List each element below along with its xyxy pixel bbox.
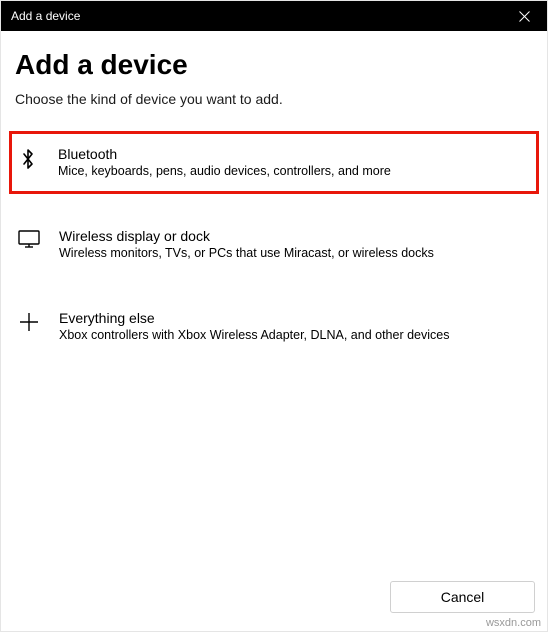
dialog-content: Add a device Choose the kind of device y…	[1, 31, 547, 571]
option-desc: Wireless monitors, TVs, or PCs that use …	[59, 245, 533, 261]
option-bluetooth[interactable]: Bluetooth Mice, keyboards, pens, audio d…	[9, 131, 539, 194]
bluetooth-icon	[14, 146, 42, 170]
option-desc: Mice, keyboards, pens, audio devices, co…	[58, 163, 530, 179]
cancel-button[interactable]: Cancel	[390, 581, 535, 613]
option-everything-else[interactable]: Everything else Xbox controllers with Xb…	[15, 296, 533, 357]
option-title: Bluetooth	[58, 146, 530, 162]
plus-icon	[15, 310, 43, 332]
watermark: wsxdn.com	[486, 617, 541, 629]
dialog-footer: Cancel	[1, 571, 547, 631]
option-title: Everything else	[59, 310, 533, 326]
page-subtitle: Choose the kind of device you want to ad…	[15, 91, 533, 107]
page-title: Add a device	[15, 49, 533, 81]
titlebar: Add a device	[1, 1, 547, 31]
monitor-icon	[15, 228, 43, 248]
option-title: Wireless display or dock	[59, 228, 533, 244]
close-icon	[519, 11, 530, 22]
option-text: Bluetooth Mice, keyboards, pens, audio d…	[58, 146, 530, 179]
option-text: Wireless display or dock Wireless monito…	[59, 228, 533, 261]
window-title: Add a device	[11, 9, 80, 23]
option-wireless-display[interactable]: Wireless display or dock Wireless monito…	[15, 214, 533, 275]
option-text: Everything else Xbox controllers with Xb…	[59, 310, 533, 343]
close-button[interactable]	[502, 1, 547, 31]
option-desc: Xbox controllers with Xbox Wireless Adap…	[59, 327, 533, 343]
